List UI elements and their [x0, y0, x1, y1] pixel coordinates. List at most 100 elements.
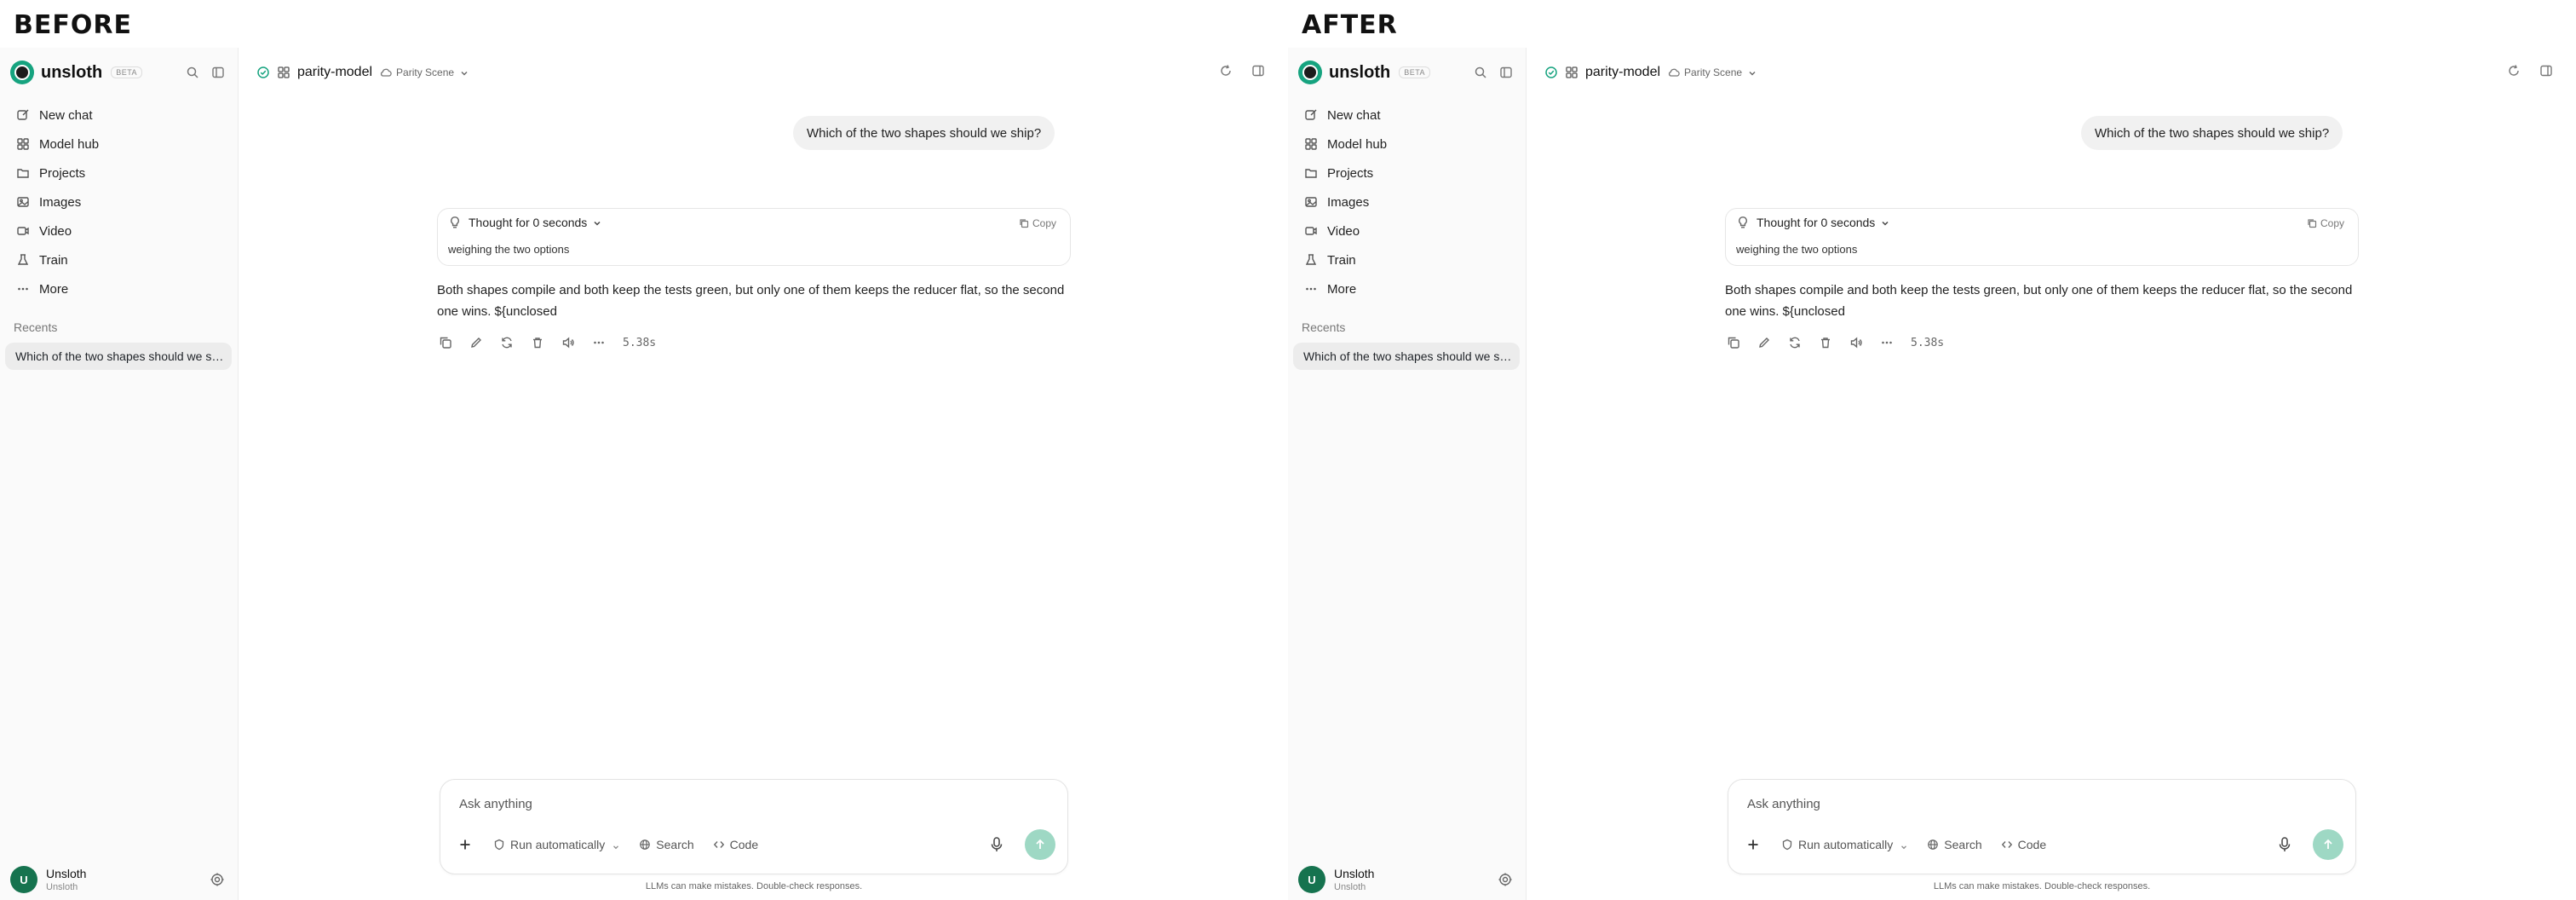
regenerate-icon[interactable]	[1786, 334, 1803, 351]
panel-toggle-icon[interactable]	[2539, 63, 2554, 78]
panel-toggle-icon[interactable]	[1251, 63, 1266, 78]
chevron-down-icon	[592, 217, 602, 228]
sidebar-item-model-hub[interactable]: Model hub	[7, 130, 232, 159]
recent-chat-label: Which of the two shapes should we ship?	[15, 349, 227, 363]
grid-icon	[1303, 136, 1319, 152]
search-toggle[interactable]: Search	[639, 838, 694, 851]
avatar: U	[1298, 866, 1325, 893]
model-selector[interactable]: parity-model Parity Scene	[256, 63, 469, 82]
sidebar-item-projects[interactable]: Projects	[1295, 159, 1520, 188]
sidebar-toggle-icon[interactable]	[1498, 65, 1514, 80]
sidebar-item-train[interactable]: Train	[1295, 245, 1520, 274]
sidebar-item-more[interactable]: More	[7, 274, 232, 303]
edit-icon	[15, 107, 31, 123]
sidebar-item-video[interactable]: Video	[7, 216, 232, 245]
code-toggle[interactable]: Code	[713, 838, 758, 851]
microphone-icon[interactable]	[989, 836, 1004, 853]
edit-icon[interactable]	[1756, 334, 1773, 351]
more-horizontal-icon[interactable]	[1878, 334, 1895, 351]
regenerate-icon[interactable]	[498, 334, 515, 351]
sidebar-item-label: Images	[39, 194, 82, 210]
after-panel: AFTER unsloth BETA New chat Model hub Pr…	[1288, 0, 2576, 900]
lightbulb-icon	[1736, 216, 1750, 229]
user-profile[interactable]: U Unsloth Unsloth	[1298, 862, 1516, 897]
recents-heading: Recents	[1302, 320, 1346, 334]
chevron-down-icon	[459, 67, 469, 78]
sidebar-item-label: Images	[1327, 194, 1370, 210]
sidebar-item-images[interactable]: Images	[1295, 188, 1520, 216]
assistant-message: Both shapes compile and both keep the te…	[1725, 283, 2353, 319]
trash-icon[interactable]	[1817, 334, 1834, 351]
copy-thought-button[interactable]: Copy	[1019, 217, 1056, 229]
recent-chat-item[interactable]: Which of the two shapes should we ship?	[5, 343, 232, 370]
sidebar: unsloth BETA New chat Model hub Projects…	[1288, 48, 1527, 900]
cloud-icon	[1667, 66, 1681, 79]
model-selector[interactable]: parity-model Parity Scene	[1544, 63, 1757, 82]
sidebar-item-new-chat[interactable]: New chat	[7, 101, 232, 130]
copy-label: Copy	[1032, 217, 1056, 229]
brand-name: unsloth	[41, 62, 103, 82]
user-message-bubble: Which of the two shapes should we ship?	[793, 116, 1055, 150]
sidebar-item-label: More	[1327, 281, 1357, 297]
response-time: 5.38s	[1911, 336, 1945, 349]
sidebar-toggle-icon[interactable]	[210, 65, 226, 80]
lightbulb-icon	[448, 216, 462, 229]
send-button[interactable]	[1025, 829, 1055, 860]
speaker-icon[interactable]	[560, 334, 577, 351]
message-input[interactable]: Ask anything	[1747, 797, 1820, 811]
sidebar-item-label: Model hub	[39, 136, 100, 152]
shield-icon	[493, 839, 505, 851]
refresh-chat-icon[interactable]	[1218, 63, 1233, 78]
search-toggle[interactable]: Search	[1927, 838, 1982, 851]
code-toggle[interactable]: Code	[2001, 838, 2046, 851]
sidebar-item-images[interactable]: Images	[7, 188, 232, 216]
user-profile[interactable]: U Unsloth Unsloth	[10, 862, 228, 897]
search-icon[interactable]	[1473, 65, 1488, 80]
sidebar-item-train[interactable]: Train	[7, 245, 232, 274]
copy-icon[interactable]	[1725, 334, 1742, 351]
sidebar-item-more[interactable]: More	[1295, 274, 1520, 303]
thought-toggle[interactable]: Thought for 0 seconds	[1736, 216, 1890, 229]
microphone-icon[interactable]	[2277, 836, 2292, 853]
message-input[interactable]: Ask anything	[459, 797, 532, 811]
brand[interactable]: unsloth BETA	[10, 60, 143, 85]
plus-icon[interactable]	[456, 835, 474, 854]
sidebar: unsloth BETA New chat Model hub Projects…	[0, 48, 239, 900]
brand[interactable]: unsloth BETA	[1298, 60, 1431, 85]
gear-icon[interactable]	[1498, 872, 1513, 887]
thought-title: Thought for 0 seconds	[469, 216, 588, 229]
chat-main: parity-model Parity Scene Which of the t…	[1527, 48, 2576, 900]
edit-icon[interactable]	[468, 334, 485, 351]
copy-icon	[2307, 218, 2317, 228]
refresh-chat-icon[interactable]	[2506, 63, 2521, 78]
chevron-down-icon	[612, 840, 620, 850]
cloud-icon	[379, 66, 393, 79]
copy-icon[interactable]	[437, 334, 454, 351]
thought-block: Thought for 0 seconds Copy weighing the …	[437, 208, 1071, 266]
sidebar-item-label: Video	[39, 223, 72, 239]
gear-icon[interactable]	[210, 872, 225, 887]
thought-toggle[interactable]: Thought for 0 seconds	[448, 216, 602, 229]
recent-chat-item[interactable]: Which of the two shapes should we ship?	[1293, 343, 1520, 370]
globe-icon	[639, 839, 651, 851]
search-icon[interactable]	[185, 65, 200, 80]
message-actions: 5.38s	[437, 332, 656, 353]
sidebar-item-video[interactable]: Video	[1295, 216, 1520, 245]
plus-icon[interactable]	[1744, 835, 1762, 854]
brand-name: unsloth	[1329, 62, 1391, 82]
sidebar-item-model-hub[interactable]: Model hub	[1295, 130, 1520, 159]
scene-name: Parity Scene	[396, 66, 455, 78]
trash-icon[interactable]	[529, 334, 546, 351]
more-horizontal-icon[interactable]	[590, 334, 607, 351]
run-mode-dropdown[interactable]: Run automatically	[1781, 838, 1908, 851]
code-toggle-label: Code	[2017, 838, 2047, 851]
sloth-logo-icon	[10, 61, 34, 84]
copy-thought-button[interactable]: Copy	[2307, 217, 2344, 229]
run-mode-dropdown[interactable]: Run automatically	[493, 838, 620, 851]
send-button[interactable]	[2313, 829, 2343, 860]
sidebar-item-new-chat[interactable]: New chat	[1295, 101, 1520, 130]
more-horizontal-icon	[1303, 281, 1319, 297]
sidebar-item-projects[interactable]: Projects	[7, 159, 232, 188]
speaker-icon[interactable]	[1848, 334, 1865, 351]
shield-icon	[1781, 839, 1793, 851]
